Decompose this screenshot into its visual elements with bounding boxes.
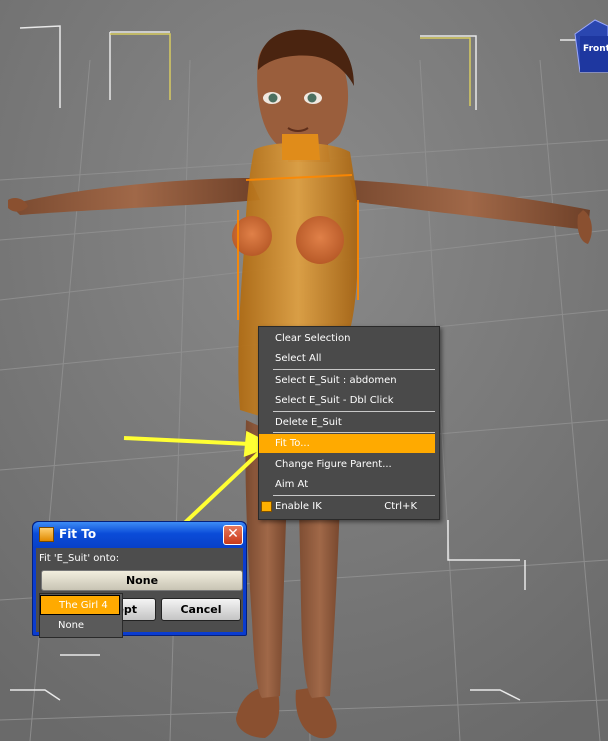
menu-separator (273, 495, 435, 496)
context-menu: Clear Selection Select All Select E_Suit… (258, 326, 440, 520)
fit-prompt-label: Fit 'E_Suit' onto: (39, 553, 120, 564)
menu-item-aim-at[interactable]: Aim At (259, 475, 435, 494)
menu-item-select-all[interactable]: Select All (259, 349, 435, 368)
menu-item-enable-ik-label: Enable IK (275, 501, 322, 512)
menu-separator (273, 411, 435, 412)
menu-separator (273, 432, 435, 433)
app-icon (39, 527, 54, 542)
option-the-girl-4[interactable]: The Girl 4 (40, 595, 120, 615)
dialog-titlebar[interactable]: Fit To ✕ (33, 522, 246, 548)
menu-separator (273, 369, 435, 370)
menu-item-enable-ik[interactable]: Enable IK Ctrl+K (259, 497, 435, 516)
menu-item-fit-to[interactable]: Fit To... (259, 434, 435, 453)
menu-item-change-parent[interactable]: Change Figure Parent... (259, 455, 435, 474)
cancel-button[interactable]: Cancel (161, 598, 241, 621)
dialog-title: Fit To (59, 527, 97, 541)
close-button[interactable]: ✕ (223, 525, 243, 545)
view-cube-label: Front (583, 44, 608, 54)
fit-target-dropdown[interactable]: None (41, 570, 243, 591)
fit-target-options: The Girl 4 None (39, 593, 123, 638)
checkmark-icon (261, 501, 272, 512)
menu-item-clear-selection[interactable]: Clear Selection (259, 329, 435, 348)
menu-item-select-dbl-click[interactable]: Select E_Suit - Dbl Click (259, 391, 435, 410)
3d-viewport[interactable]: Clear Selection Select All Select E_Suit… (0, 0, 608, 741)
option-none[interactable]: None (40, 616, 120, 636)
shortcut-label: Ctrl+K (384, 501, 417, 512)
menu-item-select-abdomen[interactable]: Select E_Suit : abdomen (259, 371, 435, 390)
menu-item-delete[interactable]: Delete E_Suit (259, 413, 435, 432)
